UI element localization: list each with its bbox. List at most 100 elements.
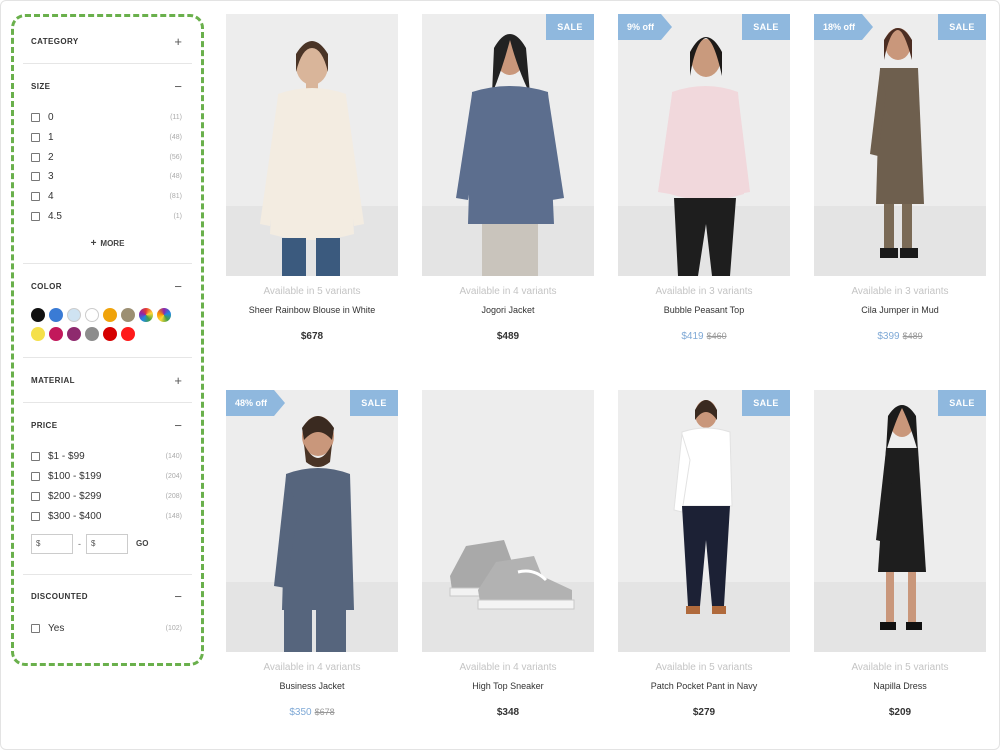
max-price-input[interactable] xyxy=(86,533,128,554)
product-name[interactable]: Business Jacket xyxy=(226,681,398,691)
product-price: $350 $678 xyxy=(226,707,398,718)
product-image[interactable]: 9% off SALE xyxy=(618,14,790,276)
product-name[interactable]: Bubble Peasant Top xyxy=(618,305,790,315)
product-price: $399 $489 xyxy=(814,331,986,342)
product-price: $678 xyxy=(226,331,398,342)
more-sizes-button[interactable]: + MORE xyxy=(23,226,192,263)
product-card[interactable]: Available in 4 variants High Top Sneaker $… xyxy=(422,390,594,718)
product-name[interactable]: Patch Pocket Pant in Navy xyxy=(618,681,790,691)
checkbox[interactable] xyxy=(31,113,40,123)
filter-option[interactable]: $1 - $99 (140) xyxy=(23,447,192,467)
filter-option[interactable]: 2 (56) xyxy=(23,147,192,167)
option-label: 2 xyxy=(48,151,54,163)
product-card[interactable]: 48% off SALE Available in 4 variants Busine… xyxy=(226,390,398,718)
product-card[interactable]: Available in 5 variants Sheer Rainbow Blo… xyxy=(226,14,398,342)
plus-icon: + xyxy=(90,238,97,250)
option-count: (140) xyxy=(165,453,182,461)
product-image[interactable] xyxy=(226,14,398,276)
variants-text: Available in 4 variants xyxy=(263,662,361,673)
current-price: $489 xyxy=(496,331,520,342)
color-swatch[interactable] xyxy=(31,308,45,323)
product-image[interactable]: SALE xyxy=(814,390,986,652)
product-image[interactable] xyxy=(422,390,594,652)
original-price: $460 xyxy=(706,331,727,341)
option-count: (208) xyxy=(165,492,182,500)
filter-size-header[interactable]: SIZE − xyxy=(23,64,192,108)
product-image[interactable]: 48% off SALE xyxy=(226,390,398,652)
filter-option[interactable]: 3 (48) xyxy=(23,167,192,187)
checkbox[interactable] xyxy=(31,452,40,462)
color-swatch[interactable] xyxy=(103,308,117,323)
option-label: 1 xyxy=(48,132,54,144)
more-label: MORE xyxy=(100,239,125,249)
expand-icon[interactable]: + xyxy=(174,35,182,48)
collapse-icon[interactable]: − xyxy=(174,280,182,293)
filter-material-title: MATERIAL xyxy=(31,375,75,385)
product-card[interactable]: SALE Available in 4 variants Jogori Jacket… xyxy=(422,14,594,342)
current-price: $399 xyxy=(877,331,900,342)
color-swatch[interactable] xyxy=(85,327,99,342)
color-swatch[interactable] xyxy=(49,327,63,342)
checkbox[interactable] xyxy=(31,211,40,221)
filter-color: COLOR − xyxy=(23,264,192,359)
filter-option[interactable]: Yes (102) xyxy=(23,619,192,639)
filter-option[interactable]: $200 - $299 (208) xyxy=(23,487,192,507)
filter-price-title: PRICE xyxy=(31,420,58,430)
checkbox[interactable] xyxy=(31,133,40,143)
checkbox[interactable] xyxy=(31,172,40,182)
color-swatches xyxy=(23,308,192,357)
color-swatch[interactable] xyxy=(31,327,45,342)
product-card[interactable]: 18% off SALE Available in 3 variants Cila J… xyxy=(814,14,986,342)
filter-discounted-header[interactable]: DISCOUNTED − xyxy=(23,575,192,619)
product-card[interactable]: SALE Available in 5 variants Patch Pocket … xyxy=(618,390,790,718)
option-count: (1) xyxy=(173,212,182,220)
product-image[interactable]: 18% off SALE xyxy=(814,14,986,276)
product-name[interactable]: Cila Jumper in Mud xyxy=(814,305,986,315)
go-button[interactable]: GO xyxy=(136,539,148,548)
color-swatch[interactable] xyxy=(85,308,99,323)
color-swatch[interactable] xyxy=(121,308,135,323)
filter-option[interactable]: 0 (11) xyxy=(23,108,192,128)
collapse-icon[interactable]: − xyxy=(174,80,182,93)
filter-option[interactable]: $100 - $199 (204) xyxy=(23,467,192,487)
current-price: $209 xyxy=(888,707,912,718)
checkbox[interactable] xyxy=(31,511,40,521)
filter-color-header[interactable]: COLOR − xyxy=(23,264,192,308)
color-swatch[interactable] xyxy=(67,327,81,342)
color-swatch[interactable] xyxy=(121,327,135,342)
color-swatch[interactable] xyxy=(157,308,171,323)
collapse-icon[interactable]: − xyxy=(174,590,182,603)
color-swatch[interactable] xyxy=(49,308,63,323)
option-count: (56) xyxy=(169,153,182,161)
color-swatch[interactable] xyxy=(139,308,153,323)
checkbox[interactable] xyxy=(31,624,40,634)
product-card[interactable]: 9% off SALE Available in 3 variants Bubble … xyxy=(618,14,790,342)
filter-price-header[interactable]: PRICE − xyxy=(23,403,192,447)
checkbox[interactable] xyxy=(31,472,40,482)
filter-option[interactable]: 4 (81) xyxy=(23,187,192,207)
product-card[interactable]: SALE Available in 5 variants Napilla Dress… xyxy=(814,390,986,718)
product-image[interactable]: SALE xyxy=(618,390,790,652)
filter-category-header[interactable]: CATEGORY + xyxy=(23,19,192,63)
min-price-input[interactable] xyxy=(31,533,73,554)
option-count: (102) xyxy=(165,625,182,633)
product-name[interactable]: Sheer Rainbow Blouse in White xyxy=(226,305,398,315)
expand-icon[interactable]: + xyxy=(174,374,182,387)
option-label: 0 xyxy=(48,112,54,124)
product-name[interactable]: Napilla Dress xyxy=(814,681,986,691)
product-image[interactable]: SALE xyxy=(422,14,594,276)
color-swatch[interactable] xyxy=(67,308,81,323)
product-name[interactable]: High Top Sneaker xyxy=(422,681,594,691)
filter-option[interactable]: $300 - $400 (148) xyxy=(23,506,192,526)
checkbox[interactable] xyxy=(31,192,40,202)
sale-badge: SALE xyxy=(938,14,986,40)
option-count: (48) xyxy=(169,134,182,142)
checkbox[interactable] xyxy=(31,152,40,162)
collapse-icon[interactable]: − xyxy=(174,419,182,432)
color-swatch[interactable] xyxy=(103,327,117,342)
checkbox[interactable] xyxy=(31,491,40,501)
filter-option[interactable]: 4.5 (1) xyxy=(23,206,192,226)
filter-option[interactable]: 1 (48) xyxy=(23,128,192,148)
product-name[interactable]: Jogori Jacket xyxy=(422,305,594,315)
filter-material-header[interactable]: MATERIAL + xyxy=(23,358,192,402)
